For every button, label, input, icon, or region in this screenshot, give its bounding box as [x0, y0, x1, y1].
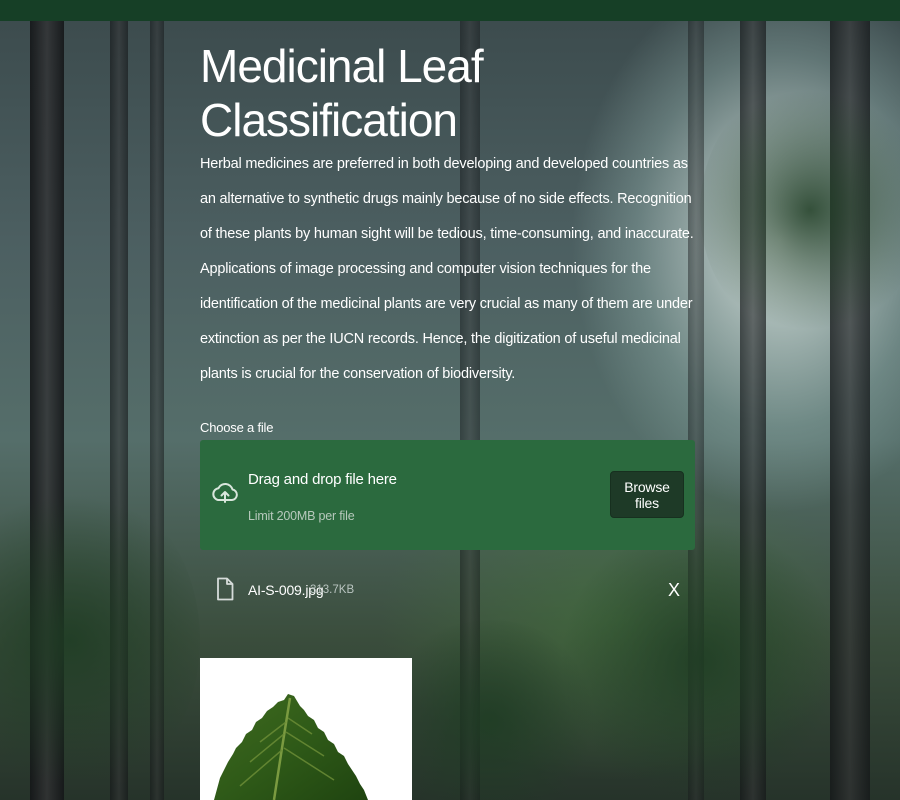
file-dropzone[interactable]: Drag and drop file here Limit 200MB per …: [200, 440, 695, 550]
applications-paragraph: Applications of image processing and com…: [200, 261, 693, 382]
remove-file-button[interactable]: X: [664, 578, 684, 602]
browse-files-button[interactable]: Browse files: [610, 471, 684, 518]
dropzone-instructions: Drag and drop file here: [248, 471, 397, 488]
file-size-limit: Limit 200MB per file: [248, 509, 355, 523]
main-content: Medicinal Leaf Classification Herbal med…: [200, 21, 696, 435]
intro-paragraph: Herbal medicines are preferred in both d…: [200, 156, 694, 242]
file-uploader-label: Choose a file: [200, 420, 274, 435]
page-title: Medicinal Leaf Classification: [200, 40, 484, 146]
uploaded-leaf-image: [200, 658, 412, 800]
leaf-image: [214, 694, 368, 800]
cloud-upload-icon: [211, 479, 239, 507]
file-icon: [216, 577, 234, 601]
uploaded-file-size: 313.7KB: [310, 584, 355, 596]
header-bar: [0, 0, 900, 21]
uploaded-file-item: AI-S-009.jpg 313.7KB X: [200, 565, 695, 615]
